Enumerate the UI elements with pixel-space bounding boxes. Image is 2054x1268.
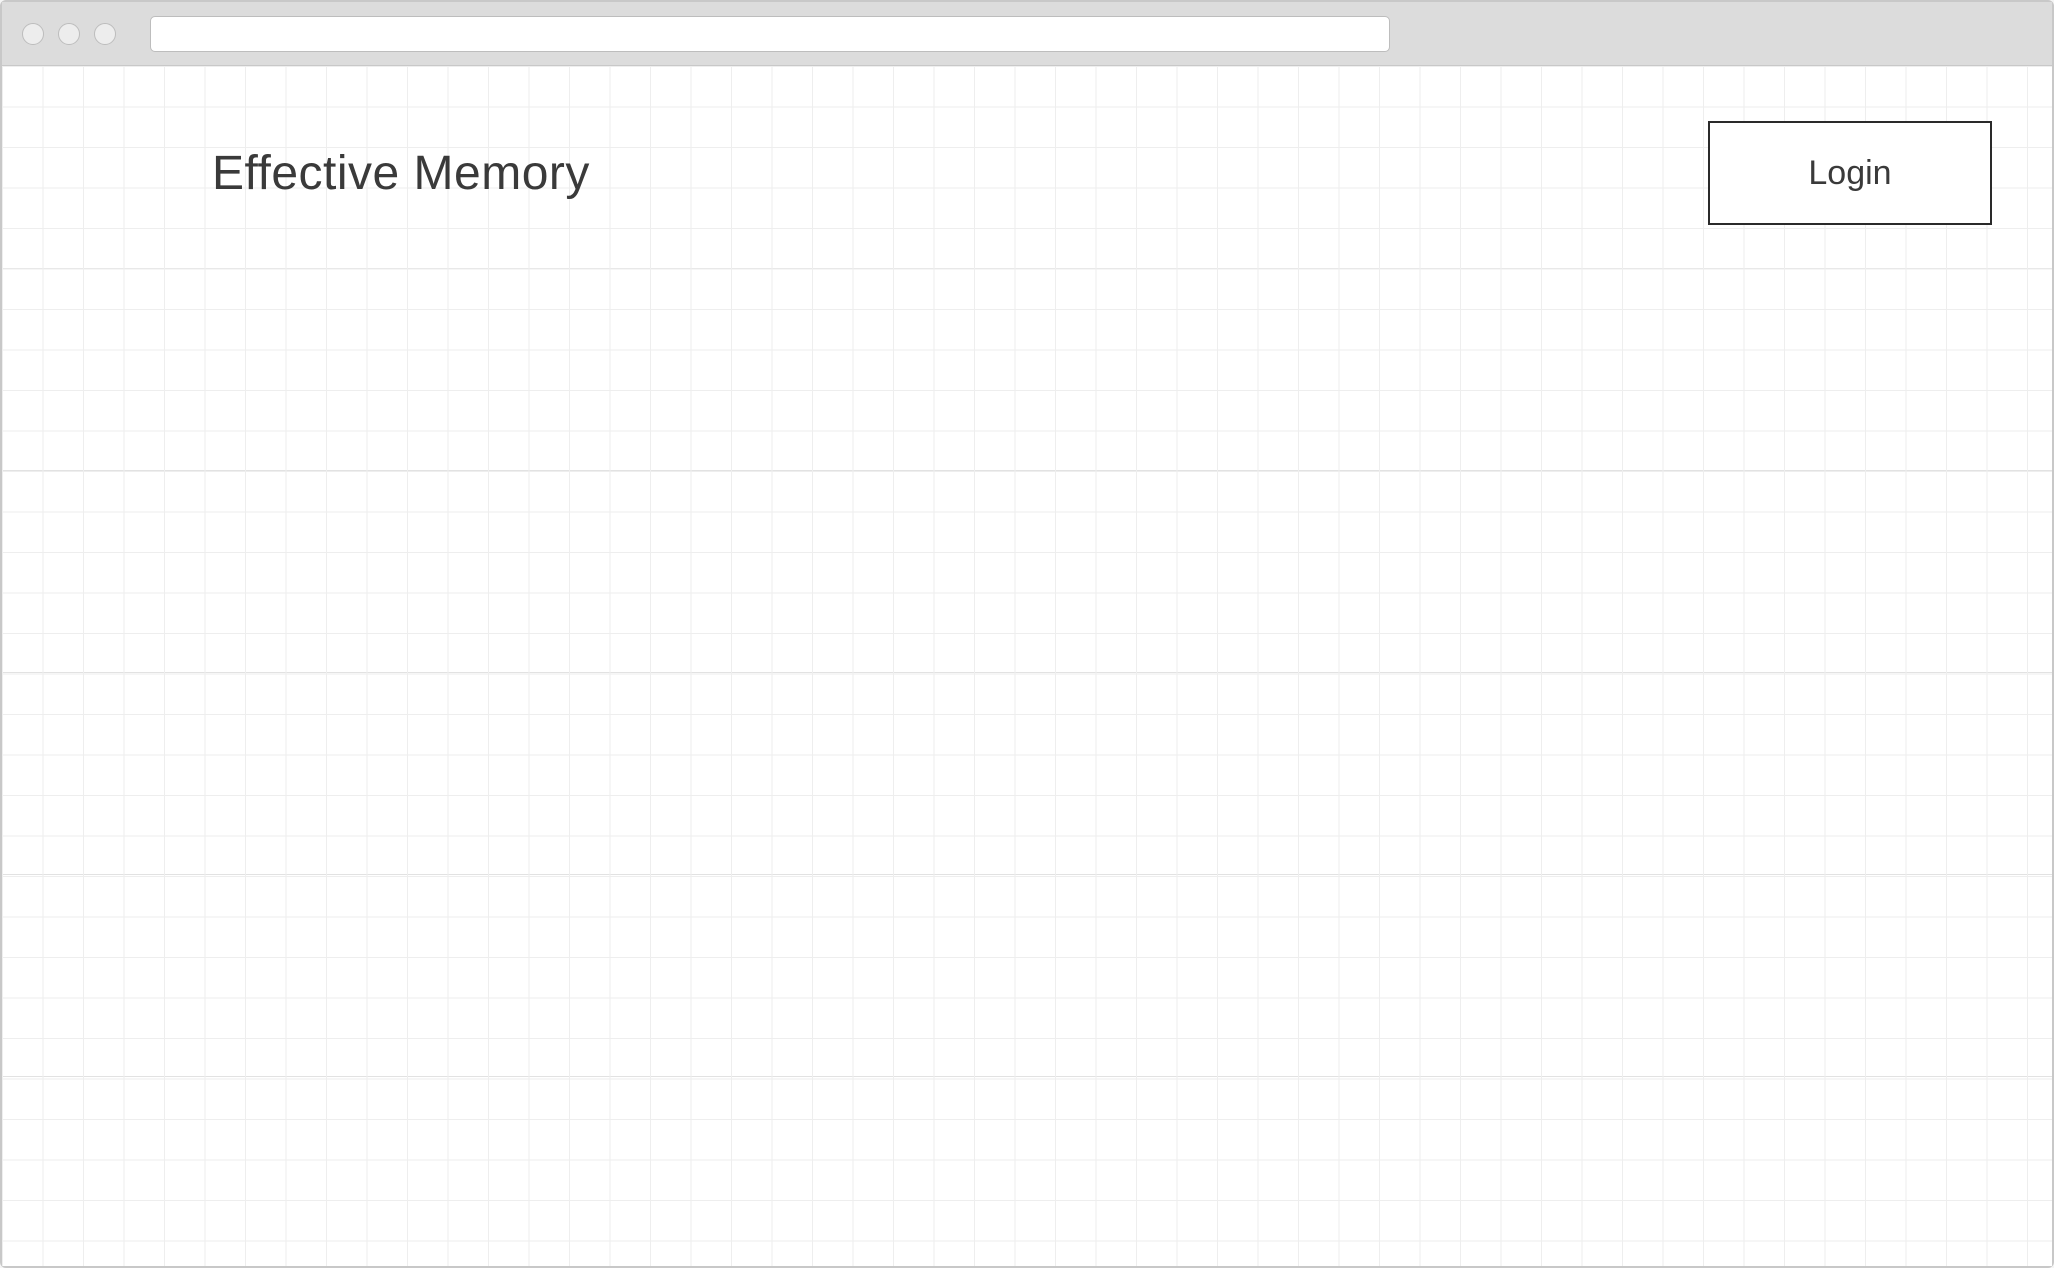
window-controls: [22, 23, 116, 45]
page-title: Effective Memory: [212, 146, 590, 201]
minimize-window-icon[interactable]: [58, 23, 80, 45]
maximize-window-icon[interactable]: [94, 23, 116, 45]
address-bar[interactable]: [150, 16, 1390, 52]
login-button[interactable]: Login: [1708, 121, 1992, 225]
page-content: Effective Memory Login: [2, 66, 2052, 1266]
page-header: Effective Memory Login: [2, 121, 2052, 225]
browser-window: Effective Memory Login: [0, 0, 2054, 1268]
browser-chrome: [2, 2, 2052, 66]
close-window-icon[interactable]: [22, 23, 44, 45]
